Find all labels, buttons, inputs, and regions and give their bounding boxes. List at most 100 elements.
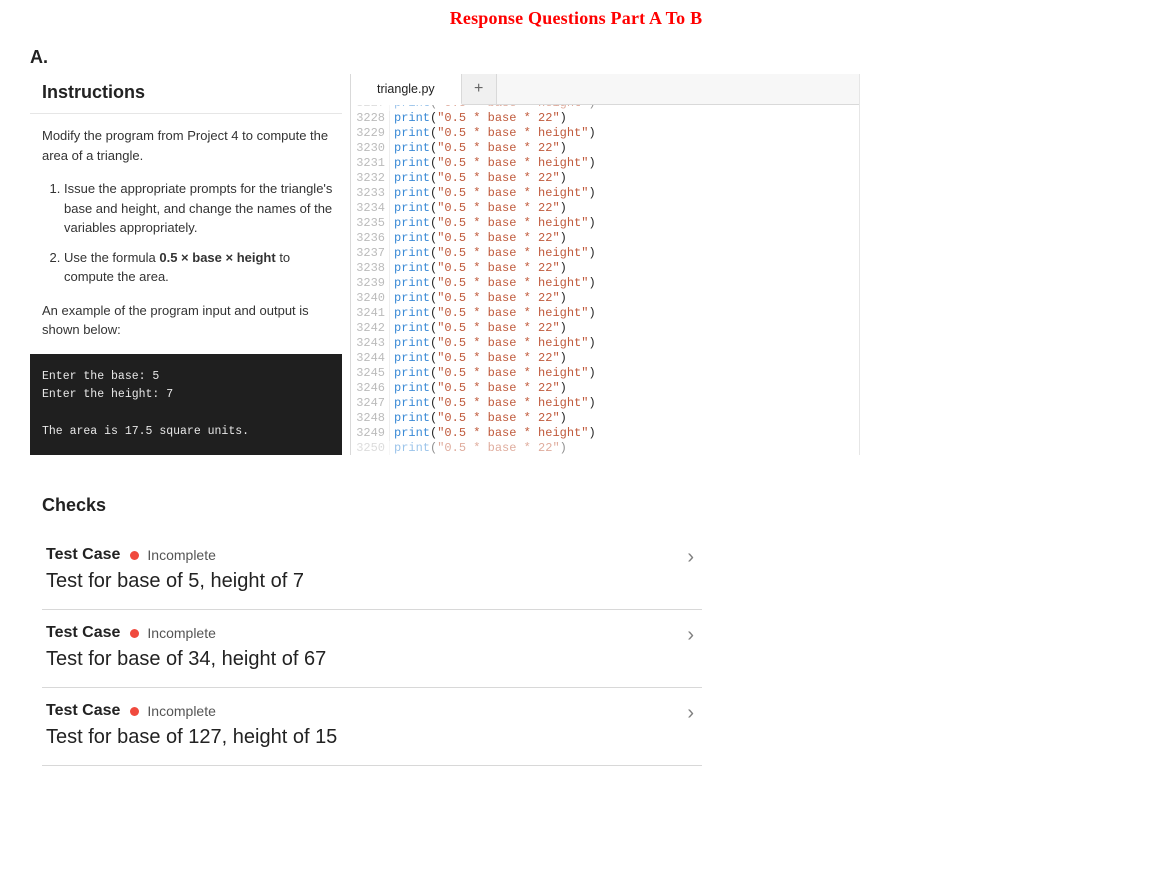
checks-heading: Checks — [42, 495, 860, 516]
terminal-sample: Enter the base: 5 Enter the height: 7 Th… — [30, 354, 342, 456]
code-content: print("0.5 * base * 22") — [390, 441, 859, 455]
check-label: Test Case — [46, 702, 120, 720]
code-line: 3249print("0.5 * base * height") — [351, 426, 859, 441]
line-number: 3241 — [351, 306, 390, 321]
code-content: print("0.5 * base * height") — [390, 276, 859, 291]
check-description: Test for base of 5, height of 7 — [46, 570, 696, 593]
line-number: 3250 — [351, 441, 390, 455]
status-dot-icon — [130, 629, 139, 638]
code-content: print("0.5 * base * 22") — [390, 261, 859, 276]
code-content: print("0.5 * base * height") — [390, 126, 859, 141]
editor-new-tab-button[interactable]: + — [462, 74, 497, 104]
code-content: print("0.5 * base * 22") — [390, 171, 859, 186]
check-description: Test for base of 34, height of 67 — [46, 648, 696, 671]
step2-formula: 0.5 × base × height — [159, 250, 275, 265]
code-content: print("0.5 * base * 22") — [390, 201, 859, 216]
line-number: 3243 — [351, 336, 390, 351]
instructions-panel: Instructions Modify the program from Pro… — [30, 74, 350, 455]
code-line: 3232print("0.5 * base * 22") — [351, 171, 859, 186]
line-number: 3227 — [351, 105, 390, 111]
code-line: 3242print("0.5 * base * 22") — [351, 321, 859, 336]
checks-list: Test Case Incomplete Test for base of 5, h… — [42, 532, 702, 766]
editor-tabbar: triangle.py + — [351, 74, 859, 105]
check-item[interactable]: Test Case Incomplete Test for base of 5, h… — [42, 532, 702, 610]
code-line: 3237print("0.5 * base * height") — [351, 246, 859, 261]
code-content: print("0.5 * base * 22") — [390, 321, 859, 336]
check-status: Incomplete — [147, 625, 215, 641]
line-number: 3249 — [351, 426, 390, 441]
code-line: 3245print("0.5 * base * height") — [351, 366, 859, 381]
line-number: 3237 — [351, 246, 390, 261]
line-number: 3234 — [351, 201, 390, 216]
code-content: print("0.5 * base * height") — [390, 306, 859, 321]
chevron-right-icon: › — [687, 546, 694, 569]
code-line: 3238print("0.5 * base * 22") — [351, 261, 859, 276]
instructions-intro: Modify the program from Project 4 to com… — [42, 126, 336, 165]
code-content: print("0.5 * base * 22") — [390, 141, 859, 156]
code-line: 3247print("0.5 * base * height") — [351, 396, 859, 411]
chevron-right-icon: › — [687, 624, 694, 647]
check-item[interactable]: Test Case Incomplete Test for base of 127,… — [42, 688, 702, 766]
code-content: print("0.5 * base * 22") — [390, 291, 859, 306]
code-line: 3243print("0.5 * base * height") — [351, 336, 859, 351]
code-content: print("0.5 * base * 22") — [390, 111, 859, 126]
line-number: 3232 — [351, 171, 390, 186]
line-number: 3240 — [351, 291, 390, 306]
line-number: 3246 — [351, 381, 390, 396]
code-content: print("0.5 * base * height") — [390, 366, 859, 381]
code-editor: triangle.py + 3227print("0.5 * base * he… — [350, 74, 860, 455]
code-line-partial-top: 3227print("0.5 * base * height") — [351, 105, 859, 111]
code-line: 3231print("0.5 * base * height") — [351, 156, 859, 171]
instructions-step-2: Use the formula 0.5 × base × height to c… — [64, 248, 336, 287]
code-line: 3234print("0.5 * base * 22") — [351, 201, 859, 216]
check-status: Incomplete — [147, 703, 215, 719]
code-line: 3246print("0.5 * base * 22") — [351, 381, 859, 396]
check-status: Incomplete — [147, 547, 215, 563]
code-line: 3233print("0.5 * base * height") — [351, 186, 859, 201]
code-content: print("0.5 * base * 22") — [390, 411, 859, 426]
code-line-partial-bottom: 3250print("0.5 * base * 22") — [351, 441, 859, 455]
code-line: 3229print("0.5 * base * height") — [351, 126, 859, 141]
code-line: 3248print("0.5 * base * 22") — [351, 411, 859, 426]
exercise-frame: Instructions Modify the program from Pro… — [30, 74, 860, 766]
check-item[interactable]: Test CaseIncomplete Test for base of 34, … — [42, 610, 702, 688]
code-content: print("0.5 * base * height") — [390, 426, 859, 441]
line-number: 3248 — [351, 411, 390, 426]
status-dot-icon — [130, 707, 139, 716]
check-header-row: Test Case Incomplete — [46, 546, 696, 564]
editor-tab-triangle[interactable]: triangle.py — [351, 74, 462, 105]
line-number: 3247 — [351, 396, 390, 411]
check-label: Test Case — [46, 546, 120, 564]
page-title: Response Questions Part A To B — [0, 0, 1152, 35]
code-line: 3240print("0.5 * base * 22") — [351, 291, 859, 306]
line-number: 3236 — [351, 231, 390, 246]
code-line: 3235print("0.5 * base * height") — [351, 216, 859, 231]
code-content: print("0.5 * base * 22") — [390, 351, 859, 366]
chevron-right-icon: › — [687, 702, 694, 725]
code-content: print("0.5 * base * height") — [390, 156, 859, 171]
step2-pre: Use the formula — [64, 250, 159, 265]
check-description: Test for base of 127, height of 15 — [46, 726, 696, 749]
line-number: 3233 — [351, 186, 390, 201]
line-number: 3230 — [351, 141, 390, 156]
code-line: 3239print("0.5 * base * height") — [351, 276, 859, 291]
code-line: 3244print("0.5 * base * 22") — [351, 351, 859, 366]
check-header-row: Test CaseIncomplete — [46, 624, 696, 642]
code-line: 3228print("0.5 * base * 22") — [351, 111, 859, 126]
code-content: print("0.5 * base * height") — [390, 216, 859, 231]
line-number: 3235 — [351, 216, 390, 231]
code-area[interactable]: 3227print("0.5 * base * height")3228prin… — [351, 105, 859, 455]
code-line: 3241print("0.5 * base * height") — [351, 306, 859, 321]
check-header-row: Test Case Incomplete — [46, 702, 696, 720]
instructions-heading: Instructions — [30, 74, 342, 114]
code-content: print("0.5 * base * height") — [390, 246, 859, 261]
code-content: print("0.5 * base * 22") — [390, 231, 859, 246]
code-content: print("0.5 * base * 22") — [390, 381, 859, 396]
line-number: 3245 — [351, 366, 390, 381]
code-content: print("0.5 * base * height") — [390, 105, 859, 111]
line-number: 3231 — [351, 156, 390, 171]
code-line: 3230print("0.5 * base * 22") — [351, 141, 859, 156]
section-label: A. — [30, 47, 1152, 68]
code-content: print("0.5 * base * height") — [390, 186, 859, 201]
line-number: 3244 — [351, 351, 390, 366]
